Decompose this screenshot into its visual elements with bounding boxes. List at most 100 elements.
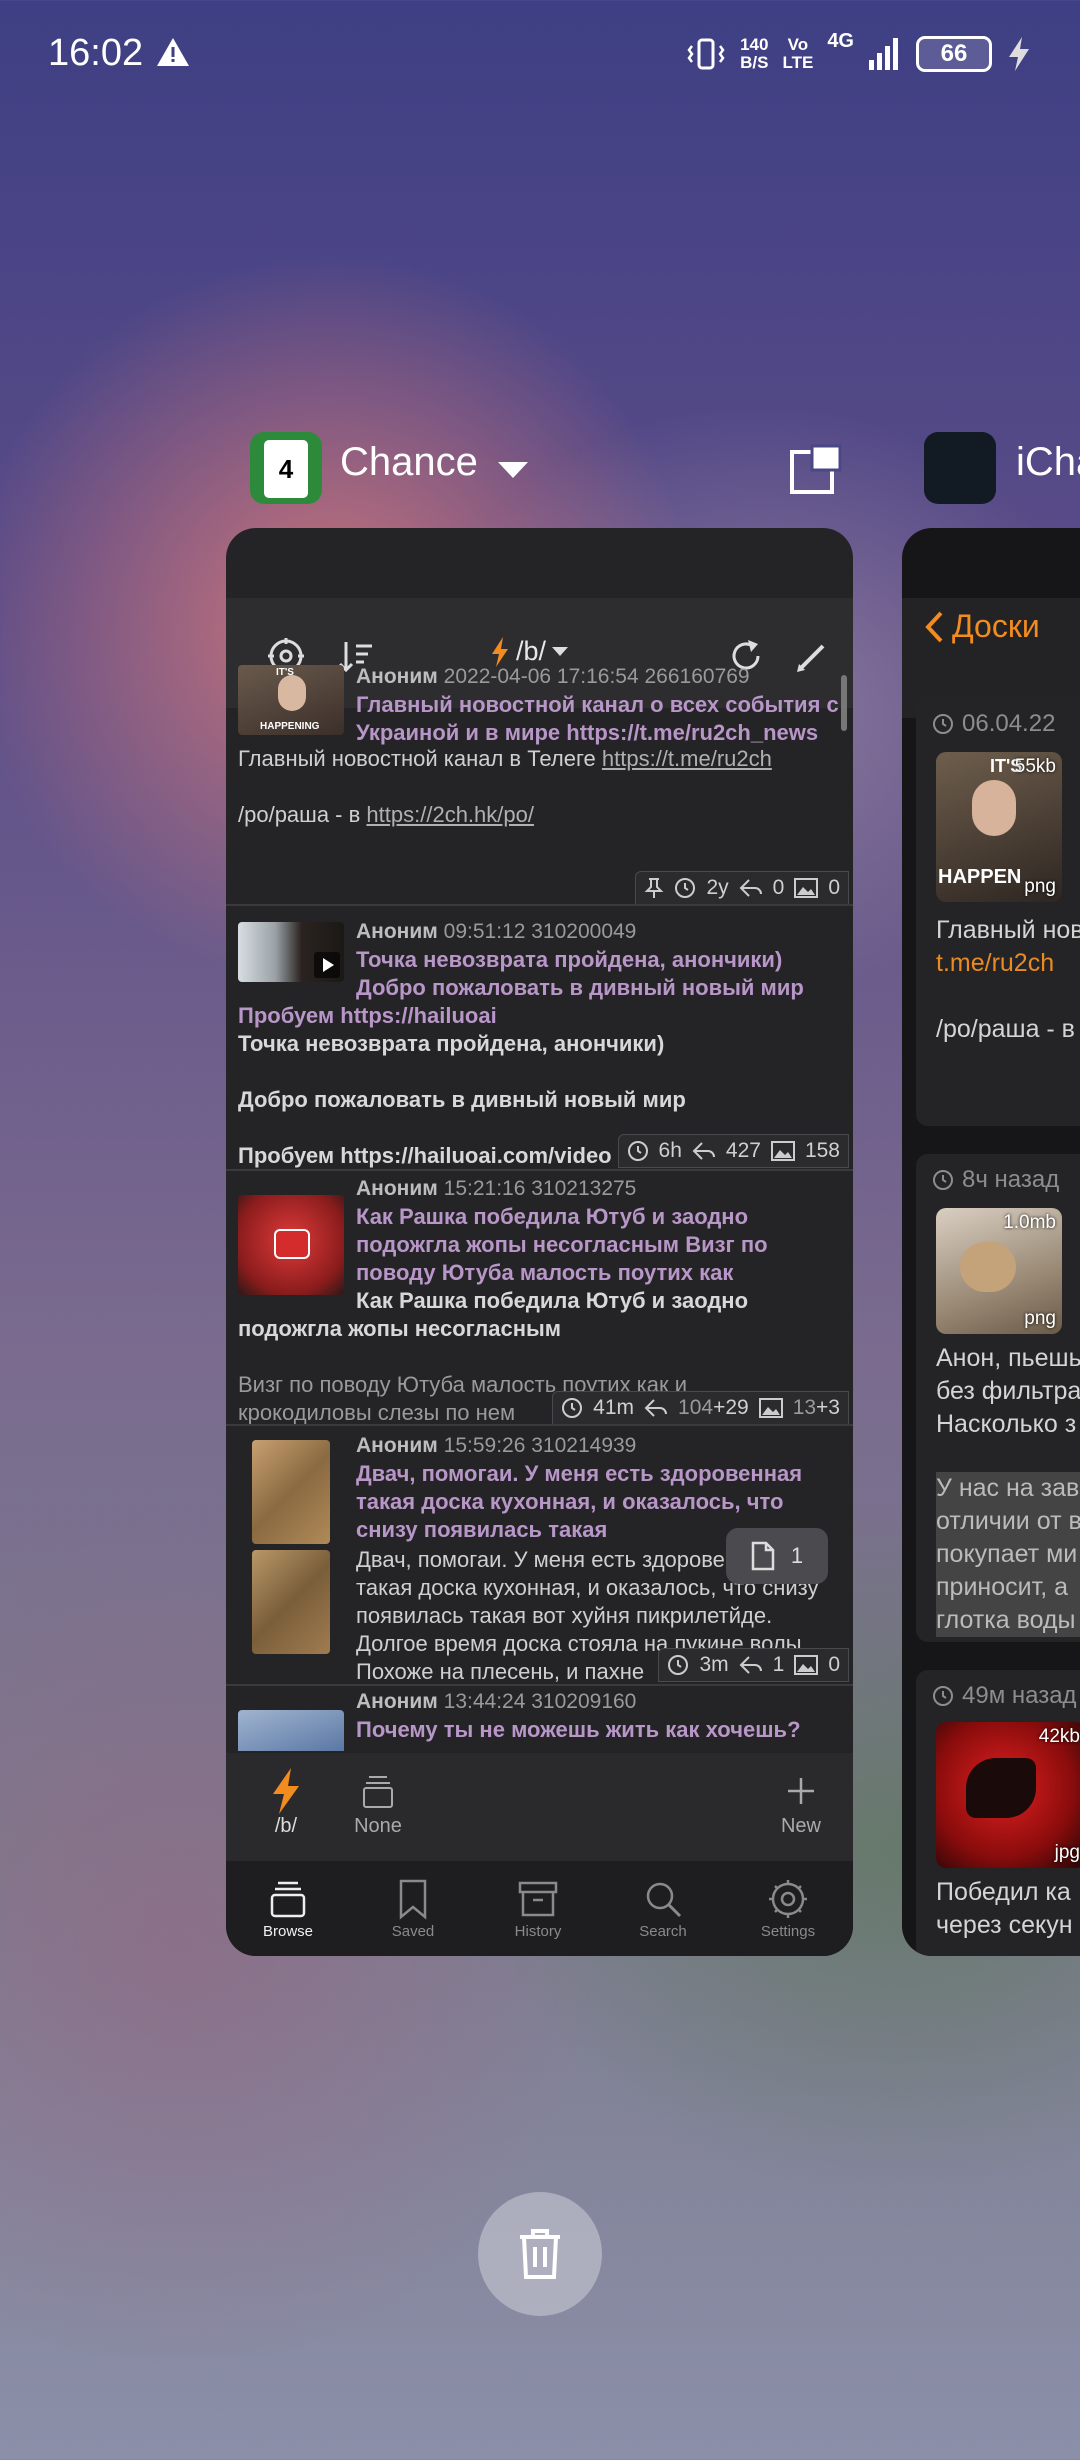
- post-text: /ро/раша - в: [936, 1015, 1075, 1043]
- thread-list[interactable]: IT'S HAPPENING Аноним 2022-04-06 17:16:5…: [226, 661, 853, 1751]
- post-link[interactable]: t.me/ru2ch: [936, 947, 1054, 980]
- app-name: iChan: [1016, 440, 1080, 484]
- network-type: 4G: [827, 30, 854, 52]
- ichan-app-icon: [924, 432, 996, 504]
- thumbnail-face: [278, 675, 306, 711]
- post-image[interactable]: 42kb jpg: [936, 1722, 1080, 1868]
- pin-icon: [645, 878, 664, 898]
- thread-thumbnail[interactable]: [238, 922, 344, 982]
- thumb-text-top: IT'S: [276, 667, 294, 678]
- ichan-post[interactable]: 06.04.22 IT'S HAPPEN 55kb png Главный но…: [916, 696, 1080, 1126]
- split-screen-icon[interactable]: [788, 442, 844, 498]
- thread-stats: 6h 427 158: [617, 1134, 849, 1168]
- thread-body: Главный новостной канал в Телеге https:/…: [238, 746, 772, 827]
- reply-icon: [739, 879, 762, 897]
- thread-subject: Точка невозврата пройдена, анончики) Доб…: [356, 947, 804, 1000]
- nav-label: History: [514, 1923, 562, 1940]
- image-dog: [960, 1242, 1016, 1292]
- thread-item[interactable]: IT'S HAPPENING Аноним 2022-04-06 17:16:5…: [226, 661, 853, 906]
- thread-thumbnail[interactable]: [238, 1710, 344, 1751]
- thread-thumbnail[interactable]: [238, 1195, 344, 1295]
- chevron-down-icon[interactable]: [498, 462, 528, 480]
- image-icon: [794, 878, 819, 898]
- thread-body-bold: подожгла жопы несогласным: [238, 1316, 562, 1341]
- chance-app-icon: 4: [250, 432, 322, 504]
- chevron-down-icon: [552, 646, 569, 656]
- nav-browse[interactable]: Browse: [238, 1875, 338, 1940]
- post-image[interactable]: IT'S HAPPEN 55kb png: [936, 752, 1062, 902]
- status-bar: 16:02 140 B/S Vo LTE 4G 66: [0, 0, 1080, 110]
- post-text: Главный нов: [936, 916, 1080, 944]
- thread-subject: Как Рашка победила Ютуб и заодно подожгл…: [356, 1204, 768, 1285]
- history-icon: [518, 1881, 558, 1917]
- thread-item[interactable]: Аноним 13:44:24 310209160 Почему ты не м…: [226, 1686, 853, 1751]
- ichan-post[interactable]: 49м назад 42kb jpg Победил ка через секу…: [916, 1670, 1080, 1956]
- bookmark-icon: [399, 1879, 427, 1920]
- image-size: 1.0mb: [1003, 1212, 1056, 1233]
- battery-indicator: 66: [916, 36, 992, 72]
- bottom-navigation: Browse Saved History Search Settings: [226, 1861, 853, 1956]
- clock-icon: [933, 1170, 953, 1190]
- warning-icon: [157, 38, 189, 66]
- page-number: 1: [790, 1543, 804, 1568]
- thumb-text-bottom: HAPPENING: [260, 721, 320, 732]
- clock-icon: [675, 878, 696, 898]
- thread-subject: Главный новостной канал о всех события с…: [356, 692, 839, 745]
- nav-search[interactable]: Search: [613, 1875, 713, 1940]
- plus-icon: [788, 1778, 814, 1804]
- thread-subject-continued: Пробуем https://hailuoai: [238, 1003, 497, 1028]
- lightning-icon: [273, 1768, 299, 1814]
- post-time: 06.04.22: [932, 710, 1055, 738]
- image-icon: [758, 1398, 783, 1418]
- reply-icon: [739, 1656, 762, 1674]
- clock-icon: [627, 1141, 648, 1161]
- thread-link[interactable]: https://2ch.hk/po/: [366, 802, 534, 827]
- post-image[interactable]: 1.0mb png: [936, 1208, 1062, 1334]
- back-label: Доски: [952, 608, 1040, 644]
- recent-app-card-chance[interactable]: /b/ IT'S HAPPENING Аноним 2022-04-06 17:…: [226, 528, 853, 1956]
- recent-app-card-ichan[interactable]: Доски 06.04.22 IT'S HAPPEN 55kb png Глав…: [902, 528, 1080, 1956]
- recent-app-header-chance[interactable]: 4 Chance: [250, 432, 860, 504]
- thread-subject: Почему ты не можешь жить как хочешь?: [356, 1717, 801, 1742]
- tab-label: New: [780, 1815, 821, 1837]
- clock-icon: [668, 1655, 689, 1675]
- nav-label: Settings: [760, 1923, 816, 1940]
- image-type: jpg: [1054, 1842, 1080, 1863]
- new-tab-button[interactable]: New: [766, 1767, 836, 1838]
- thread-thumbnail[interactable]: [252, 1440, 330, 1544]
- clock-icon: [562, 1398, 583, 1418]
- tab-b[interactable]: /b/: [246, 1767, 326, 1838]
- thread-item[interactable]: Аноним 15:21:16 310213275 Как Рашка побе…: [226, 1171, 853, 1426]
- play-icon: [323, 958, 334, 972]
- recent-app-header-ichan[interactable]: iChan: [924, 432, 1080, 504]
- trash-icon: [520, 2229, 560, 2279]
- reply-icon: [692, 1142, 715, 1160]
- clock-icon: [933, 1686, 953, 1706]
- post-time: 49м назад: [932, 1682, 1077, 1710]
- nav-saved[interactable]: Saved: [363, 1875, 463, 1940]
- back-button[interactable]: Доски: [924, 608, 1040, 645]
- app-name: Chance: [340, 440, 478, 484]
- image-icon: [770, 1141, 795, 1161]
- clear-all-button[interactable]: [478, 2192, 602, 2316]
- ichan-post[interactable]: 8ч назад 1.0mb png Анон, пьешь без фильт…: [916, 1154, 1080, 1642]
- nav-label: Saved: [391, 1923, 435, 1940]
- nav-settings[interactable]: Settings: [738, 1875, 838, 1940]
- thread-thumbnail[interactable]: [252, 1550, 330, 1654]
- thread-meta: Аноним 13:44:24 310209160: [356, 1690, 637, 1713]
- thread-item[interactable]: Аноним 09:51:12 310200049 Точка невозвра…: [226, 906, 853, 1171]
- gear-icon: [769, 1880, 807, 1918]
- search-icon: [646, 1882, 682, 1918]
- thread-stats: 2y 0 0: [635, 871, 849, 904]
- thread-link[interactable]: https://t.me/ru2ch: [602, 746, 772, 771]
- thread-stats: 41m 104+29 13+3: [552, 1391, 849, 1424]
- image-figure: [966, 1758, 1036, 1818]
- tab-none[interactable]: None: [338, 1767, 418, 1838]
- nav-history[interactable]: History: [488, 1875, 588, 1940]
- signal-icon: [869, 38, 898, 70]
- thread-thumbnail[interactable]: IT'S HAPPENING: [238, 665, 344, 735]
- image-icon: [794, 1655, 819, 1675]
- page-icon: [751, 1541, 775, 1571]
- play-icon-bg: [314, 952, 340, 978]
- page-indicator[interactable]: 1: [726, 1528, 828, 1584]
